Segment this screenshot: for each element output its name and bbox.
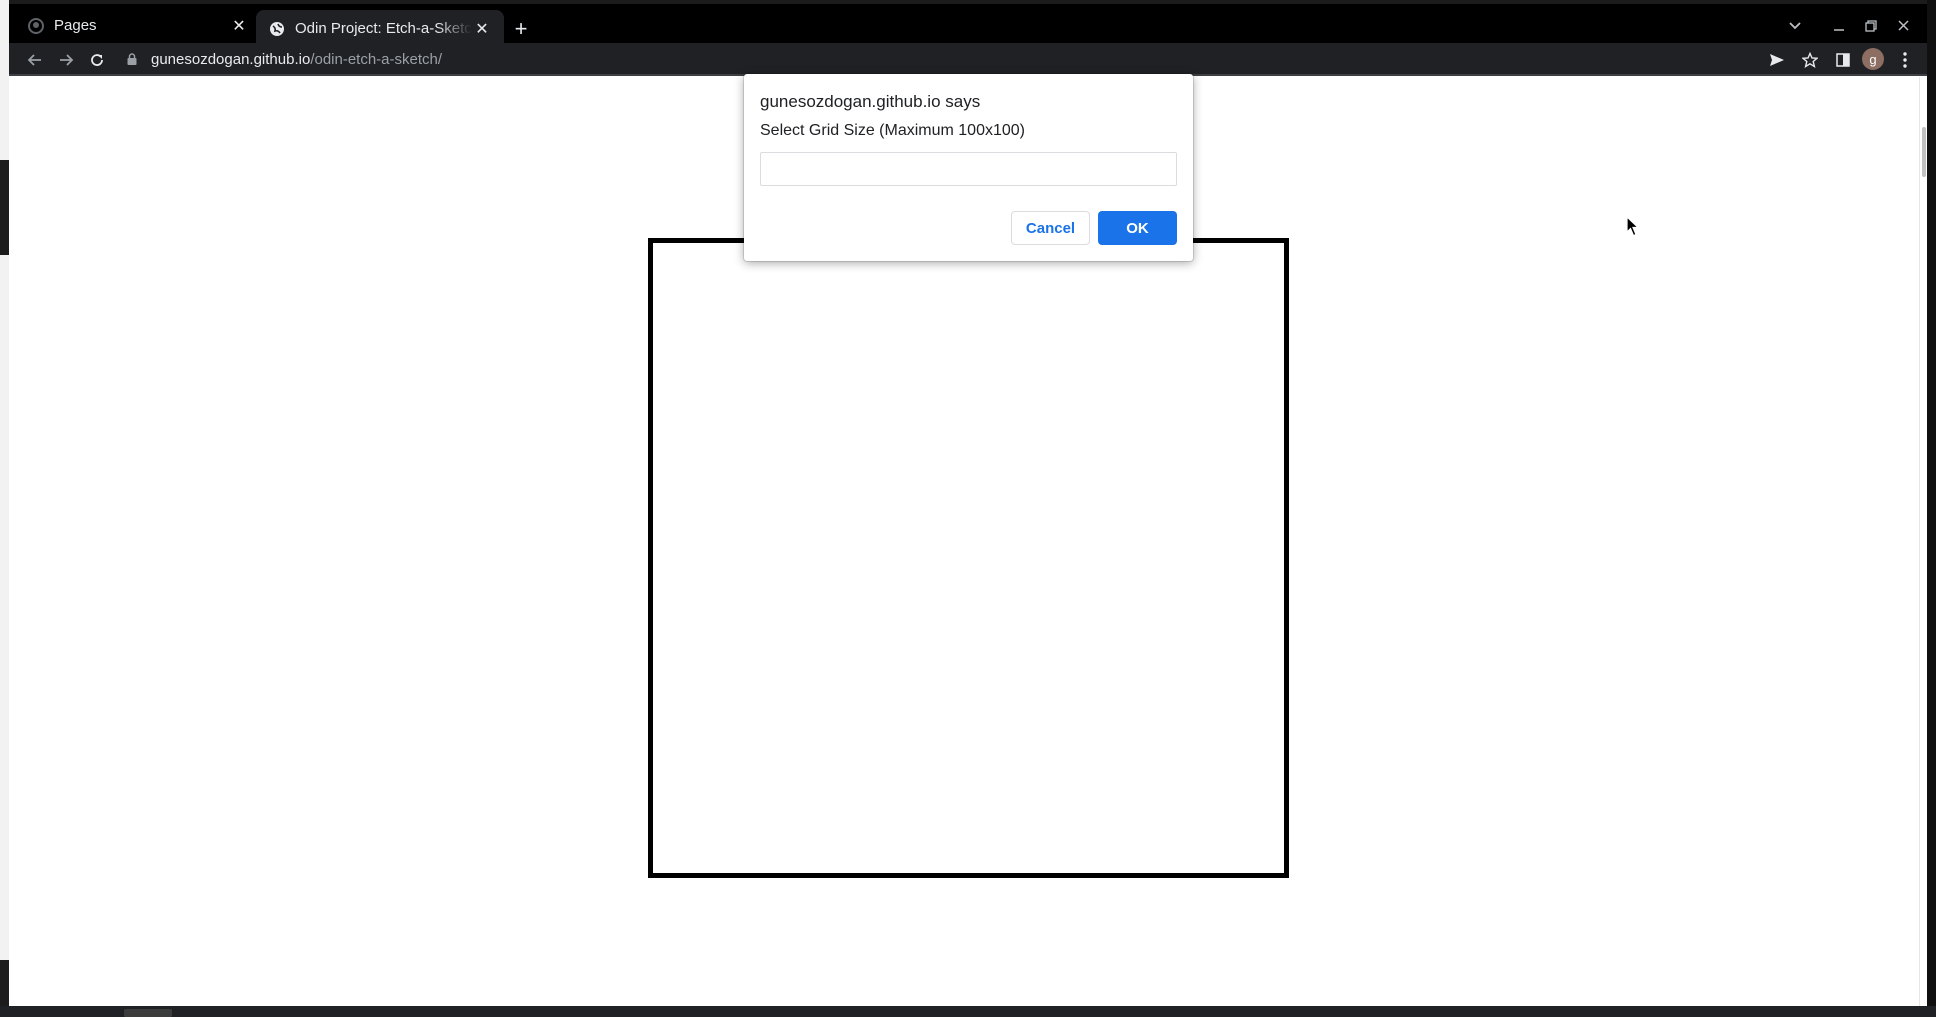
sketch-grid[interactable] [648,238,1289,878]
browser-window: Pages ✕ Odin Project: Etch-a-Sketch ✕ + [9,0,1927,1006]
taskbar-item[interactable] [124,1009,172,1017]
send-icon[interactable] [1763,46,1791,74]
side-panel-icon[interactable] [1829,46,1857,74]
close-window-icon[interactable] [1887,11,1919,41]
url-host: gunesozdogan.github.io [151,50,311,68]
lock-icon[interactable] [127,53,141,65]
tab-title: Odin Project: Etch-a-Sketch [295,20,472,37]
tab-odin-project[interactable]: Odin Project: Etch-a-Sketch ✕ [256,10,504,47]
globe-icon [269,21,285,37]
github-icon [28,17,44,34]
grid-size-input[interactable] [760,152,1177,186]
tab-title: Pages [54,17,97,34]
window-controls [1779,8,1927,43]
restore-icon[interactable] [1855,11,1887,41]
close-icon[interactable]: ✕ [229,16,249,36]
url-path: /odin-etch-a-sketch/ [310,50,443,68]
cancel-button[interactable]: Cancel [1011,211,1090,245]
back-button[interactable] [21,46,49,74]
new-tab-button[interactable]: + [506,14,536,44]
taskbar [0,1006,1936,1017]
mouse-cursor [1626,215,1640,242]
dialog-message: Select Grid Size (Maximum 100x100) [760,122,1025,139]
bookmark-star-icon[interactable] [1796,46,1824,74]
tab-search-icon[interactable] [1779,11,1811,41]
minimize-icon[interactable] [1823,11,1855,41]
browser-toolbar: gunesozdogan.github.io/odin-etch-a-sketc… [9,43,1927,76]
reload-button[interactable] [83,46,111,74]
dialog-buttons: Cancel OK [1011,211,1177,245]
menu-kebab-icon[interactable] [1891,46,1919,74]
tab-strip: Pages ✕ Odin Project: Etch-a-Sketch ✕ + [9,0,1927,47]
dialog-origin: gunesozdogan.github.io says [760,92,981,111]
profile-avatar[interactable]: g [1862,48,1884,70]
address-bar[interactable]: gunesozdogan.github.io/odin-etch-a-sketc… [119,44,1889,74]
tab-pages[interactable]: Pages ✕ [17,8,261,43]
scrollbar[interactable] [1919,77,1927,1006]
scrollbar-thumb[interactable] [1922,127,1926,177]
close-icon[interactable]: ✕ [472,19,492,39]
forward-button[interactable] [52,46,80,74]
prompt-dialog: gunesozdogan.github.io says Select Grid … [744,74,1193,261]
ok-button[interactable]: OK [1098,211,1177,245]
left-desktop-strip [0,0,9,1017]
